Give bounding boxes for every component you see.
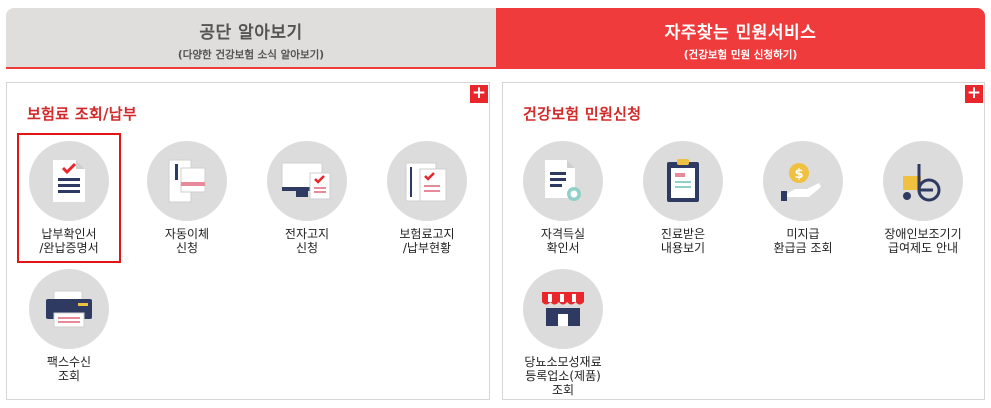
service-label: 진료받은 내용보기 bbox=[660, 227, 706, 255]
tab-title: 자주찾는 민원서비스 bbox=[664, 23, 817, 43]
more-plus-button[interactable]: + bbox=[470, 85, 488, 103]
service-qualification-certificate[interactable]: 자격득실 확인서 bbox=[507, 141, 619, 255]
service-auto-transfer[interactable]: 자동이체 신청 bbox=[131, 141, 243, 255]
service-e-notice[interactable]: 전자고지 신청 bbox=[251, 141, 363, 255]
clipboard-icon bbox=[643, 141, 723, 221]
premium-inquiry-panel: 보험료 조회/납부 + 납부확인서 /완납증명서 자동이체 신청 전자고지 신청… bbox=[6, 82, 490, 400]
panel-title: 보험료 조회/납부 bbox=[27, 105, 138, 123]
service-unpaid-refund[interactable]: $ 미지급 환급금 조회 bbox=[747, 141, 859, 255]
service-premium-notice[interactable]: 보험료고지 /납부현황 bbox=[371, 141, 483, 255]
auto-transfer-icon bbox=[147, 141, 227, 221]
tab-underline bbox=[6, 67, 985, 69]
service-label: 전자고지 신청 bbox=[284, 227, 330, 255]
service-label: 당뇨소모성재료 등록업소(제품) 조회 bbox=[524, 355, 602, 397]
service-treatment-history[interactable]: 진료받은 내용보기 bbox=[627, 141, 739, 255]
store-icon bbox=[523, 269, 603, 349]
tab-about-corporation[interactable]: 공단 알아보기 (다양한 건강보험 소식 알아보기) bbox=[6, 8, 496, 68]
envelope-document-icon bbox=[387, 141, 467, 221]
more-plus-button[interactable]: + bbox=[965, 85, 983, 103]
service-label: 자동이체 신청 bbox=[164, 227, 210, 255]
panel-title: 건강보험 민원신청 bbox=[523, 105, 642, 123]
document-check-icon bbox=[29, 141, 109, 221]
service-payment-certificate[interactable]: 납부확인서 /완납증명서 bbox=[13, 141, 125, 255]
fax-icon bbox=[29, 269, 109, 349]
wheelchair-icon bbox=[883, 141, 963, 221]
health-insurance-civil-panel: 건강보험 민원신청 + 자격득실 확인서 진료받은 내용보기 $ 미지급 환급금… bbox=[502, 82, 985, 400]
tab-bar: 공단 알아보기 (다양한 건강보험 소식 알아보기) 자주찾는 민원서비스 (건… bbox=[0, 0, 991, 69]
service-label: 미지급 환급금 조회 bbox=[773, 227, 833, 255]
tab-subtitle: (다양한 건강보험 소식 알아보기) bbox=[177, 49, 325, 61]
tab-title: 공단 알아보기 bbox=[199, 23, 303, 43]
service-assistive-device[interactable]: 장애인보조기기 급여제도 안내 bbox=[867, 141, 979, 255]
refund-coin-icon: $ bbox=[763, 141, 843, 221]
certificate-icon bbox=[523, 141, 603, 221]
service-label: 납부확인서 /완납증명서 bbox=[39, 227, 99, 255]
monitor-document-icon bbox=[267, 141, 347, 221]
svg-text:$: $ bbox=[794, 167, 803, 182]
service-label: 보험료고지 /납부현황 bbox=[399, 227, 455, 255]
service-diabetes-supplies[interactable]: 당뇨소모성재료 등록업소(제품) 조회 bbox=[507, 269, 619, 397]
service-label: 장애인보조기기 급여제도 안내 bbox=[884, 227, 962, 255]
tab-frequent-services[interactable]: 자주찾는 민원서비스 (건강보험 민원 신청하기) bbox=[496, 8, 985, 68]
service-label: 팩스수신 조회 bbox=[46, 355, 92, 383]
tab-subtitle: (건강보험 민원 신청하기) bbox=[683, 49, 798, 61]
service-fax-inquiry[interactable]: 팩스수신 조회 bbox=[13, 269, 125, 383]
service-label: 자격득실 확인서 bbox=[540, 227, 586, 255]
